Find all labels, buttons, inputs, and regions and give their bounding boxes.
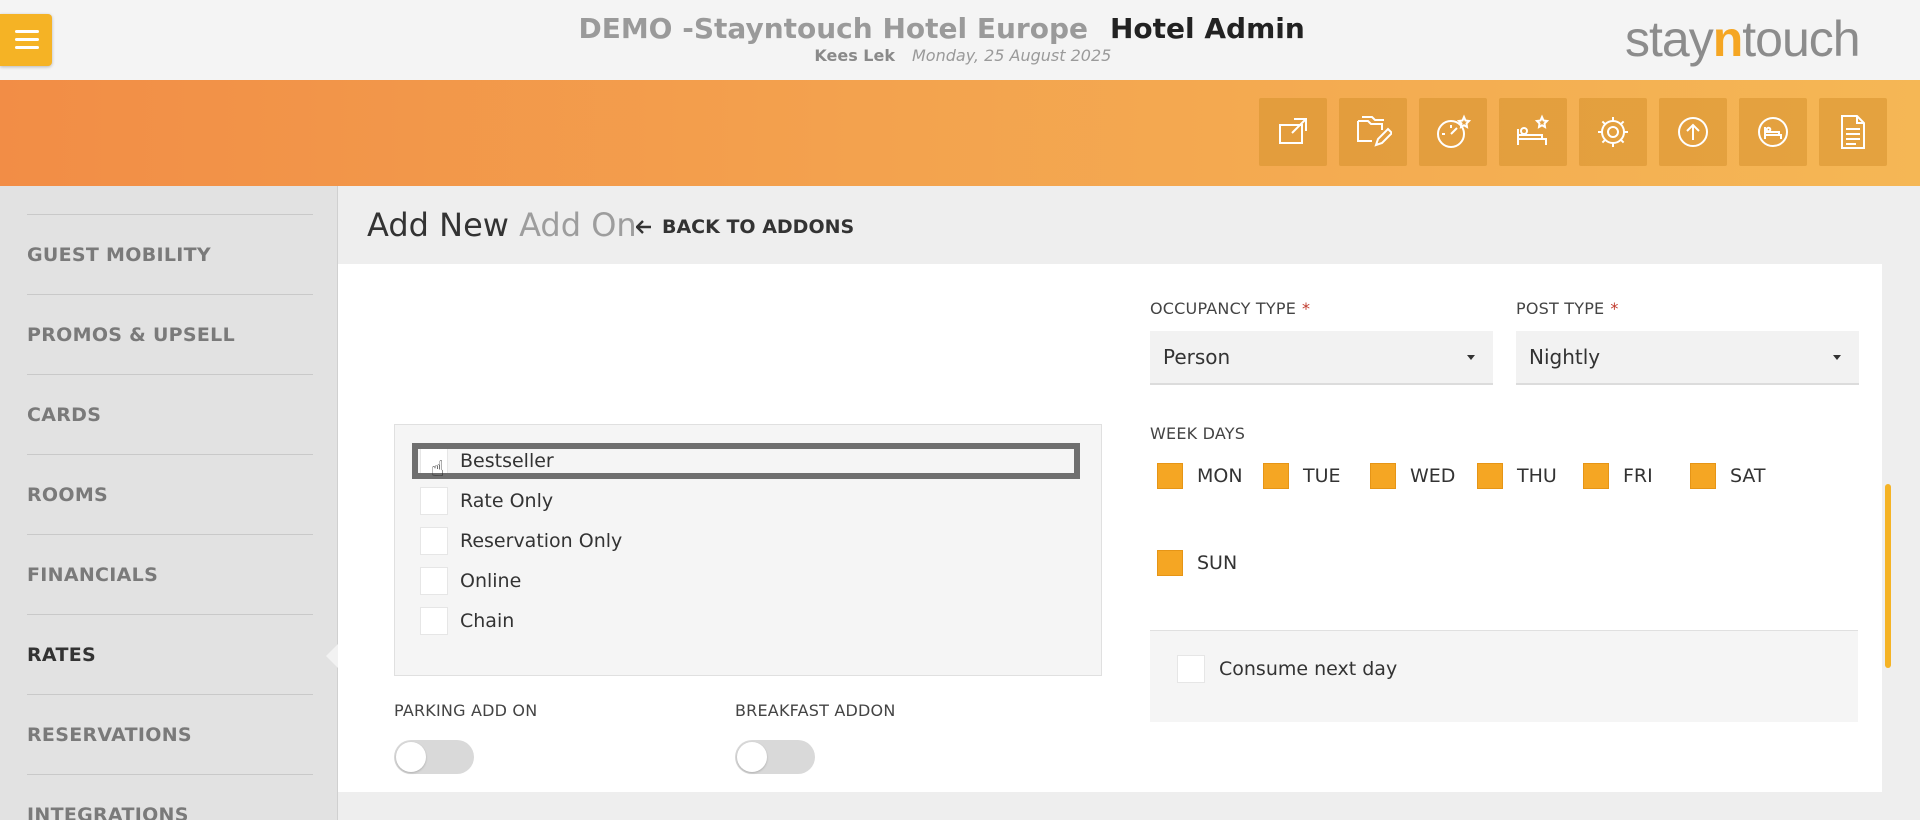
weekday-wed[interactable]: WED (1370, 462, 1455, 490)
checkbox[interactable] (1690, 463, 1716, 489)
checkbox[interactable] (1477, 463, 1503, 489)
checkbox[interactable] (420, 607, 448, 635)
sidebar-item-financials[interactable]: FINANCIALS (27, 534, 313, 614)
chain-checkbox[interactable]: Chain (420, 606, 514, 636)
weekday-mon[interactable]: MON (1157, 462, 1243, 490)
arrow-left-icon (636, 220, 651, 234)
sidebar-item-cards[interactable]: CARDS (27, 374, 313, 454)
breakfast-addon-label: BREAKFAST ADDON (735, 701, 896, 720)
sidebar-item-rates[interactable]: RATES (27, 614, 313, 694)
checkbox[interactable] (1263, 463, 1289, 489)
weekday-tue[interactable]: TUE (1263, 462, 1341, 490)
gear-icon (1598, 117, 1628, 147)
sidebar-item-reservations[interactable]: RESERVATIONS (27, 694, 313, 774)
week-days-label: WEEK DAYS (1150, 424, 1246, 443)
rooms-button[interactable] (1739, 98, 1807, 166)
back-to-addons-link[interactable]: BACK TO ADDONS (636, 216, 854, 238)
toolbar-band (0, 80, 1920, 186)
document-icon (1841, 115, 1865, 149)
external-link-icon (1279, 118, 1307, 144)
focus-highlight (412, 443, 1080, 479)
breakfast-addon-toggle[interactable] (735, 740, 815, 774)
occupancy-type-label: OCCUPANCY TYPE * (1150, 299, 1311, 318)
settings-button[interactable] (1579, 98, 1647, 166)
stayntouch-logo: stayntouch (1625, 11, 1861, 67)
occupancy-type-select[interactable]: Person (1150, 331, 1493, 385)
checkbox[interactable] (1370, 463, 1396, 489)
checkbox[interactable] (420, 567, 448, 595)
weekday-thu[interactable]: THU (1477, 462, 1557, 490)
sidebar: GUEST MOBILITY PROMOS & UPSELL CARDS ROO… (0, 186, 338, 820)
caret-down-icon (1467, 355, 1475, 360)
hotel-name: DEMO -Stayntouch Hotel Europe (578, 12, 1088, 45)
toggle-knob (396, 742, 426, 772)
occupancy-type-value: Person (1163, 345, 1231, 369)
hand-pointer-icon: ☝ (431, 457, 445, 482)
post-type-label: POST TYPE * (1516, 299, 1619, 318)
weekday-sat[interactable]: SAT (1690, 462, 1766, 490)
business-date: Monday, 25 August 2025 (912, 46, 1112, 65)
checkbox[interactable] (420, 487, 448, 515)
checkbox[interactable] (1583, 463, 1609, 489)
folder-edit-button[interactable] (1339, 98, 1407, 166)
user-name: Kees Lek (814, 46, 895, 65)
weekday-fri[interactable]: FRI (1583, 462, 1653, 490)
bed-circle-icon (1758, 117, 1788, 147)
back-link-label: BACK TO ADDONS (662, 216, 855, 238)
folder-edit-icon (1357, 116, 1392, 147)
rate-only-checkbox[interactable]: Rate Only (420, 486, 553, 516)
top-header: DEMO -Stayntouch Hotel Europe Hotel Admi… (0, 0, 1920, 80)
sidebar-item-rooms[interactable]: ROOMS (27, 454, 313, 534)
upload-button[interactable] (1659, 98, 1727, 166)
dashboard-star-icon (1437, 114, 1472, 148)
upload-circle-icon (1678, 117, 1708, 147)
caret-down-icon (1833, 355, 1841, 360)
sidebar-item-guest-mobility[interactable]: GUEST MOBILITY (27, 214, 313, 294)
post-type-value: Nightly (1529, 345, 1601, 369)
sidebar-item-integrations[interactable]: INTEGRATIONS (27, 774, 313, 820)
dashboard-star-button[interactable] (1419, 98, 1487, 166)
online-checkbox[interactable]: Online (420, 566, 521, 596)
bed-star-button[interactable] (1499, 98, 1567, 166)
weekday-sun[interactable]: SUN (1157, 549, 1237, 577)
checkbox[interactable] (1157, 550, 1183, 576)
post-type-select[interactable]: Nightly (1516, 331, 1859, 385)
reservation-only-checkbox[interactable]: Reservation Only (420, 526, 622, 556)
document-button[interactable] (1819, 98, 1887, 166)
bed-star-icon (1517, 114, 1550, 145)
parking-addon-label: PARKING ADD ON (394, 701, 538, 720)
toggle-knob (737, 742, 767, 772)
consume-next-day-checkbox[interactable]: Consume next day (1177, 655, 1397, 683)
checkbox[interactable] (1177, 655, 1205, 683)
app-title: Hotel Admin (1110, 12, 1305, 45)
sidebar-item-promos-upsell[interactable]: PROMOS & UPSELL (27, 294, 313, 374)
external-link-button[interactable] (1259, 98, 1327, 166)
checkbox[interactable] (420, 527, 448, 555)
checkbox[interactable] (1157, 463, 1183, 489)
parking-addon-toggle[interactable] (394, 740, 474, 774)
scrollbar[interactable] (1885, 484, 1891, 668)
page-title: Add New Add On (367, 206, 637, 244)
